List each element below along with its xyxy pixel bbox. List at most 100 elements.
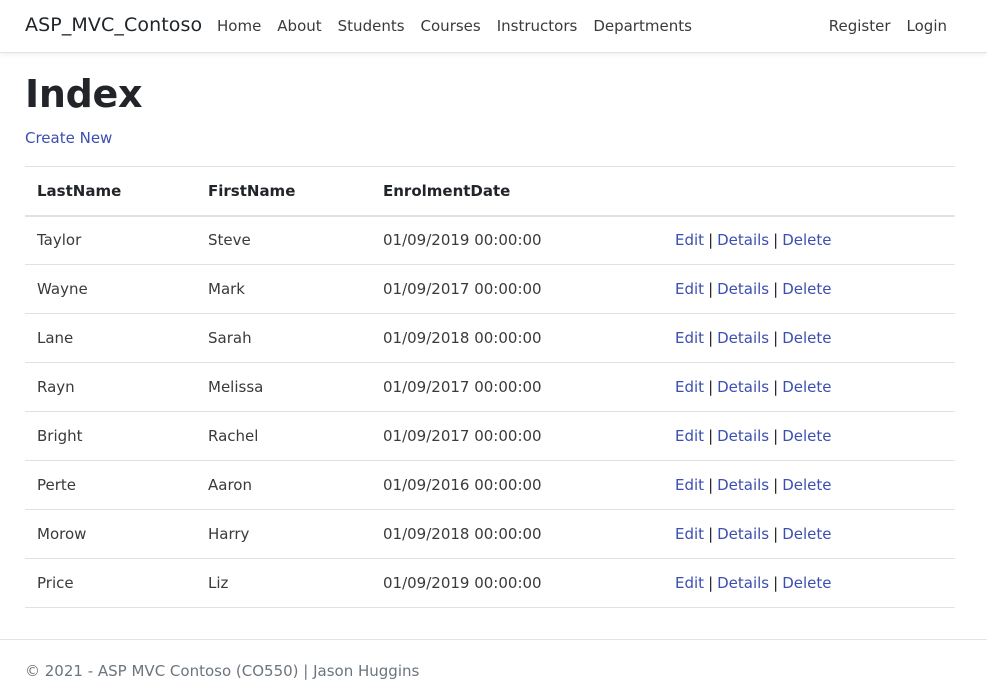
table-body: Taylor Steve 01/09/2019 00:00:00 Edit | Detai… <box>25 216 955 608</box>
cell-enrolmentdate: 01/09/2016 00:00:00 <box>383 476 542 494</box>
cell-actions: Edit | Details | Delete <box>663 265 955 314</box>
cell-lastname: Lane <box>37 329 74 347</box>
details-link[interactable]: Details <box>717 329 769 347</box>
cell-enrolmentdate: 01/09/2019 00:00:00 <box>383 574 542 592</box>
cell-enrolmentdate: 01/09/2019 00:00:00 <box>383 231 542 250</box>
edit-link[interactable]: Edit <box>675 574 704 592</box>
header-actions <box>663 167 955 216</box>
header-firstname: FirstName <box>208 181 296 200</box>
details-link[interactable]: Details <box>717 231 769 249</box>
cell-actions: Edit | Details | Delete <box>663 510 955 559</box>
cell-firstname: Rachel <box>208 427 259 445</box>
cell-actions: Edit | Details | Delete <box>663 314 955 363</box>
edit-link[interactable]: Edit <box>675 476 704 494</box>
details-link[interactable]: Details <box>717 574 769 592</box>
cell-enrolmentdate: 01/09/2017 00:00:00 <box>383 427 542 445</box>
delete-link[interactable]: Delete <box>782 329 831 347</box>
details-link[interactable]: Details <box>717 476 769 494</box>
top-navbar: ASP_MVC_Contoso Home About Students Cour… <box>0 0 987 53</box>
delete-link[interactable]: Delete <box>782 280 831 298</box>
cell-firstname: Liz <box>208 574 229 592</box>
nav-students[interactable]: Students <box>330 16 413 36</box>
details-link[interactable]: Details <box>717 427 769 445</box>
students-table: LastName FirstName EnrolmentDate Taylor S… <box>25 166 955 608</box>
action-separator: | <box>773 427 779 445</box>
cell-lastname: Wayne <box>37 280 88 298</box>
action-separator: | <box>773 329 779 347</box>
action-separator: | <box>708 476 714 494</box>
action-separator: | <box>773 525 779 543</box>
action-separator: | <box>773 574 779 592</box>
nav-instructors[interactable]: Instructors <box>489 16 586 36</box>
action-separator: | <box>708 574 714 592</box>
action-separator: | <box>708 231 714 250</box>
edit-link[interactable]: Edit <box>675 280 704 298</box>
cell-firstname: Sarah <box>208 329 252 347</box>
header-lastname: LastName <box>37 181 122 200</box>
nav-departments[interactable]: Departments <box>585 16 700 36</box>
table-header-row: LastName FirstName EnrolmentDate <box>25 166 955 216</box>
action-separator: | <box>773 476 779 494</box>
cell-firstname: Mark <box>208 280 245 298</box>
delete-link[interactable]: Delete <box>782 476 831 494</box>
cell-actions: Edit | Details | Delete <box>663 216 955 265</box>
login-link[interactable]: Login <box>899 16 955 36</box>
delete-link[interactable]: Delete <box>782 525 831 543</box>
page-footer: © 2021 - ASP MVC Contoso (CO550) | Jason… <box>0 639 987 687</box>
page-title: Index <box>25 72 143 116</box>
nav-home[interactable]: Home <box>209 16 269 36</box>
cell-lastname: Rayn <box>37 378 75 396</box>
cell-firstname: Harry <box>208 525 250 543</box>
details-link[interactable]: Details <box>717 280 769 298</box>
cell-firstname: Aaron <box>208 476 252 494</box>
cell-lastname: Taylor <box>37 231 82 250</box>
table-row: Bright Rachel 01/09/2017 00:00:00 Edit | Deta… <box>25 412 955 461</box>
table-row: Taylor Steve 01/09/2019 00:00:00 Edit | Detai… <box>25 216 955 265</box>
account-nav: Register Login <box>821 16 955 36</box>
edit-link[interactable]: Edit <box>675 525 704 543</box>
action-separator: | <box>708 378 714 396</box>
details-link[interactable]: Details <box>717 378 769 396</box>
main-nav: Home About Students Courses Instructors … <box>209 16 700 36</box>
footer-text: © 2021 - ASP MVC Contoso (CO550) | Jason… <box>25 662 420 680</box>
cell-enrolmentdate: 01/09/2017 00:00:00 <box>383 280 542 298</box>
cell-enrolmentdate: 01/09/2018 00:00:00 <box>383 329 542 347</box>
table-row: Wayne Mark 01/09/2017 00:00:00 Edit | Details… <box>25 265 955 314</box>
delete-link[interactable]: Delete <box>782 427 831 445</box>
action-separator: | <box>773 231 779 250</box>
cell-lastname: Perte <box>37 476 77 494</box>
table-row: Price Liz 01/09/2019 00:00:00 Edit | Details |… <box>25 559 955 608</box>
edit-link[interactable]: Edit <box>675 231 704 249</box>
cell-enrolmentdate: 01/09/2017 00:00:00 <box>383 378 542 396</box>
register-link[interactable]: Register <box>821 16 899 36</box>
cell-firstname: Steve <box>208 231 251 250</box>
cell-lastname: Bright <box>37 427 83 445</box>
action-separator: | <box>708 329 714 347</box>
cell-firstname: Melissa <box>208 378 264 396</box>
delete-link[interactable]: Delete <box>782 378 831 396</box>
table-row: Morow Harry 01/09/2018 00:00:00 Edit | Detail… <box>25 510 955 559</box>
cell-actions: Edit | Details | Delete <box>663 461 955 510</box>
edit-link[interactable]: Edit <box>675 378 704 396</box>
edit-link[interactable]: Edit <box>675 329 704 347</box>
table-row: Perte Aaron 01/09/2016 00:00:00 Edit | Detail… <box>25 461 955 510</box>
details-link[interactable]: Details <box>717 525 769 543</box>
edit-link[interactable]: Edit <box>675 427 704 445</box>
create-new-link[interactable]: Create New <box>25 129 112 147</box>
cell-actions: Edit | Details | Delete <box>663 412 955 461</box>
header-enrolmentdate: EnrolmentDate <box>383 181 511 200</box>
action-separator: | <box>708 280 714 298</box>
nav-courses[interactable]: Courses <box>413 16 489 36</box>
delete-link[interactable]: Delete <box>782 574 831 592</box>
cell-lastname: Price <box>37 574 74 592</box>
delete-link[interactable]: Delete <box>782 231 831 249</box>
nav-about[interactable]: About <box>269 16 329 36</box>
action-separator: | <box>708 427 714 445</box>
action-separator: | <box>708 525 714 543</box>
cell-enrolmentdate: 01/09/2018 00:00:00 <box>383 525 542 543</box>
table-row: Rayn Melissa 01/09/2017 00:00:00 Edit | Detai… <box>25 363 955 412</box>
action-separator: | <box>773 280 779 298</box>
cell-actions: Edit | Details | Delete <box>663 559 955 608</box>
brand-link[interactable]: ASP_MVC_Contoso <box>25 14 202 36</box>
cell-lastname: Morow <box>37 525 87 543</box>
